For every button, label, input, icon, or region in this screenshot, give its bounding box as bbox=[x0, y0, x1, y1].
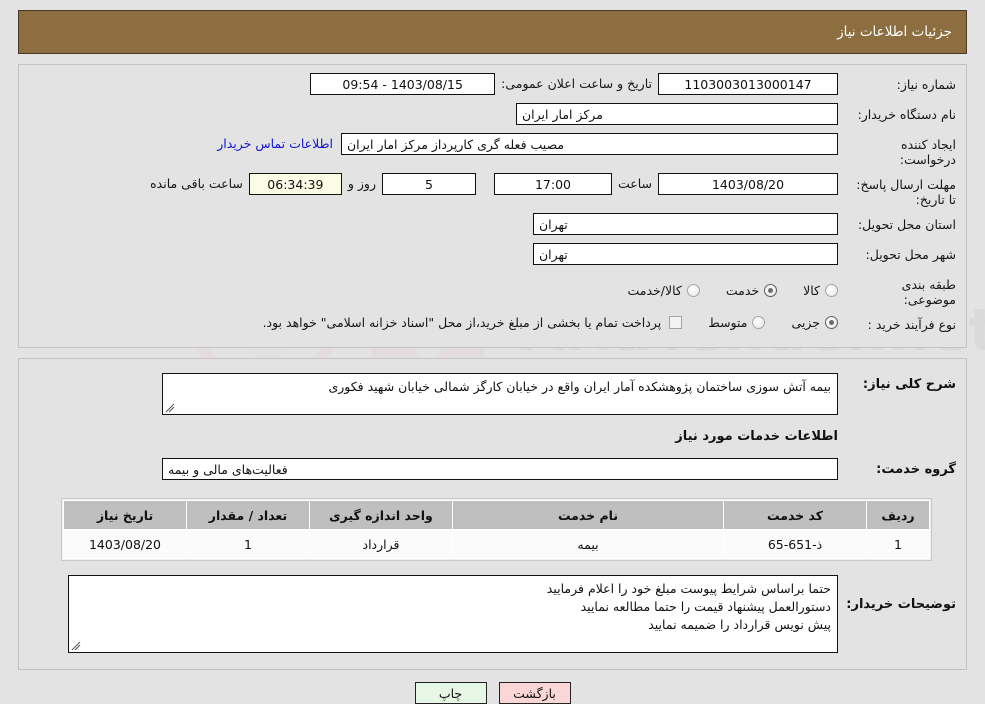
city-label: شهر محل تحویل: bbox=[865, 247, 956, 262]
row-buyer-notes: توضیحات خریدار: حتما براساس شرایط پیوست … bbox=[29, 575, 956, 653]
countdown-field: 06:34:39 bbox=[248, 173, 342, 195]
radio-icon[interactable] bbox=[686, 283, 700, 297]
creator-label: ایجاد کننده درخواست: bbox=[899, 137, 956, 167]
buyer-org-field: مرکز امار ایران bbox=[516, 103, 838, 125]
page-title: جزئیات اطلاعات نیاز bbox=[837, 24, 952, 40]
row-process-type: نوع فرآیند خرید : جزیی متوسط پرداخت تمام… bbox=[29, 309, 956, 335]
th-unit: واحد اندازه گیری bbox=[309, 500, 453, 530]
td-quantity: 1 bbox=[186, 529, 310, 559]
province-field: تهران bbox=[533, 213, 838, 235]
row-creator: ایجاد کننده درخواست: مصیب فعله گری کارپر… bbox=[29, 133, 956, 167]
buyer-org-label: نام دستگاه خریدار: bbox=[857, 107, 956, 122]
row-buyer-org: نام دستگاه خریدار: مرکز امار ایران bbox=[29, 103, 956, 127]
need-details-panel: شرح کلی نیاز: بیمه آتش سوزی ساختمان پژوه… bbox=[18, 358, 967, 670]
th-service-name: نام خدمت bbox=[452, 500, 724, 530]
process-option-label: جزیی bbox=[791, 314, 820, 330]
category-option-label: خدمت bbox=[725, 282, 760, 298]
th-need-date: تاریخ نیاز bbox=[63, 500, 187, 530]
category-option-kala[interactable]: کالا bbox=[803, 283, 838, 298]
deadline-hour-field: 17:00 bbox=[493, 173, 612, 195]
deadline-hour-label: ساعت bbox=[617, 176, 652, 191]
process-option-jozii[interactable]: جزیی bbox=[791, 315, 838, 330]
print-button[interactable]: چاپ bbox=[414, 682, 487, 704]
row-city: شهر محل تحویل: تهران bbox=[29, 243, 956, 267]
need-description-textarea[interactable]: بیمه آتش سوزی ساختمان پژوهشکده آمار ایرا… bbox=[162, 373, 838, 415]
need-number-label: شماره نیاز: bbox=[896, 77, 956, 92]
category-option-khedmat[interactable]: خدمت bbox=[725, 282, 778, 298]
category-label: طبقه بندی موضوعی: bbox=[901, 277, 956, 307]
process-option-motavaset[interactable]: متوسط bbox=[708, 314, 766, 330]
footer-button-bar: بازگشت چاپ bbox=[0, 682, 985, 704]
row-deadline: مهلت ارسال پاسخ: تا تاریخ: 1403/08/20 سا… bbox=[29, 173, 956, 207]
table-header-row: ردیف کد خدمت نام خدمت واحد اندازه گیری ت… bbox=[63, 500, 930, 530]
th-row-number: ردیف bbox=[866, 500, 930, 530]
need-description-text: بیمه آتش سوزی ساختمان پژوهشکده آمار ایرا… bbox=[328, 379, 831, 394]
row-need-number: شماره نیاز: 1103003013000147 تاریخ و ساع… bbox=[29, 73, 956, 97]
resize-grip-icon[interactable] bbox=[165, 403, 175, 413]
treasury-bond-checkbox[interactable] bbox=[669, 315, 683, 329]
row-service-group: گروه خدمت: فعالیت‌های مالی و بیمه bbox=[29, 458, 956, 480]
table-row: 1 ذ-651-65 بیمه قرارداد 1 1403/08/20 bbox=[63, 529, 930, 559]
process-option-label: متوسط bbox=[708, 314, 748, 330]
buyer-notes-textarea[interactable]: حتما براساس شرایط پیوست مبلغ خود را اعلا… bbox=[68, 575, 838, 653]
row-province: استان محل تحویل: تهران bbox=[29, 213, 956, 237]
public-announce-label: تاریخ و ساعت اعلان عمومی: bbox=[501, 76, 652, 91]
buyer-notes-line: دستورالعمل پیشنهاد قیمت را حتما مطالعه ن… bbox=[580, 599, 831, 614]
service-group-field: فعالیت‌های مالی و بیمه bbox=[162, 458, 838, 480]
td-row-number: 1 bbox=[866, 529, 930, 559]
remaining-days-field: 5 bbox=[381, 173, 476, 195]
needs-table-wrapper: ردیف کد خدمت نام خدمت واحد اندازه گیری ت… bbox=[61, 498, 932, 561]
process-label: نوع فرآیند خرید : bbox=[867, 316, 956, 332]
th-service-code: کد خدمت bbox=[723, 500, 867, 530]
process-radio-group[interactable]: جزیی متوسط bbox=[682, 315, 838, 330]
category-option-label: کالا bbox=[803, 282, 820, 298]
th-quantity: تعداد / مقدار bbox=[186, 500, 310, 530]
category-option-kala-khedmat[interactable]: کالا/خدمت bbox=[627, 282, 700, 298]
remaining-days-label: روز و bbox=[347, 176, 376, 191]
resize-grip-icon[interactable] bbox=[71, 641, 81, 651]
buyer-contact-link[interactable]: اطلاعات تماس خریدار bbox=[209, 133, 341, 155]
needs-table: ردیف کد خدمت نام خدمت واحد اندازه گیری ت… bbox=[63, 500, 930, 559]
buyer-notes-label: توضیحات خریدار: bbox=[846, 597, 956, 612]
page-header: جزئیات اطلاعات نیاز bbox=[18, 10, 967, 54]
need-description-label: شرح کلی نیاز: bbox=[862, 377, 956, 392]
countdown-label: ساعت باقی مانده bbox=[150, 176, 243, 191]
row-services-section: اطلاعات خدمات مورد نیاز bbox=[29, 429, 956, 458]
td-service-code: ذ-651-65 bbox=[723, 529, 867, 559]
category-option-label: کالا/خدمت bbox=[627, 282, 682, 298]
row-need-description: شرح کلی نیاز: بیمه آتش سوزی ساختمان پژوه… bbox=[29, 373, 956, 415]
deadline-date-field: 1403/08/20 bbox=[658, 173, 838, 195]
radio-icon[interactable] bbox=[825, 315, 838, 329]
radio-icon[interactable] bbox=[752, 315, 766, 329]
td-need-date: 1403/08/20 bbox=[63, 529, 187, 559]
need-summary-panel: شماره نیاز: 1103003013000147 تاریخ و ساع… bbox=[18, 64, 967, 348]
row-category: طبقه بندی موضوعی: کالا خدمت کالا/خدمت bbox=[29, 273, 956, 307]
radio-icon[interactable] bbox=[764, 283, 778, 297]
treasury-bond-note: پرداخت تمام یا بخشی از مبلغ خرید،از محل … bbox=[262, 314, 662, 330]
public-announce-field: 1403/08/15 - 09:54 bbox=[310, 73, 496, 95]
city-field: تهران bbox=[533, 243, 838, 265]
buyer-notes-line: حتما براساس شرایط پیوست مبلغ خود را اعلا… bbox=[546, 581, 831, 596]
td-service-name: بیمه bbox=[452, 529, 724, 559]
province-label: استان محل تحویل: bbox=[857, 217, 956, 232]
creator-field: مصیب فعله گری کارپرداز مرکز امار ایران bbox=[341, 133, 838, 155]
category-radio-group[interactable]: کالا خدمت کالا/خدمت bbox=[601, 283, 838, 298]
radio-icon[interactable] bbox=[825, 283, 838, 297]
services-section-title: اطلاعات خدمات مورد نیاز bbox=[675, 429, 838, 444]
need-number-field: 1103003013000147 bbox=[658, 73, 838, 95]
service-group-label: گروه خدمت: bbox=[876, 461, 956, 477]
deadline-label: مهلت ارسال پاسخ: تا تاریخ: bbox=[856, 177, 956, 207]
buyer-notes-line: پیش نویس قرارداد را ضمیمه نمایید bbox=[648, 617, 831, 632]
back-button[interactable]: بازگشت bbox=[498, 682, 571, 704]
td-unit: قرارداد bbox=[309, 529, 453, 559]
